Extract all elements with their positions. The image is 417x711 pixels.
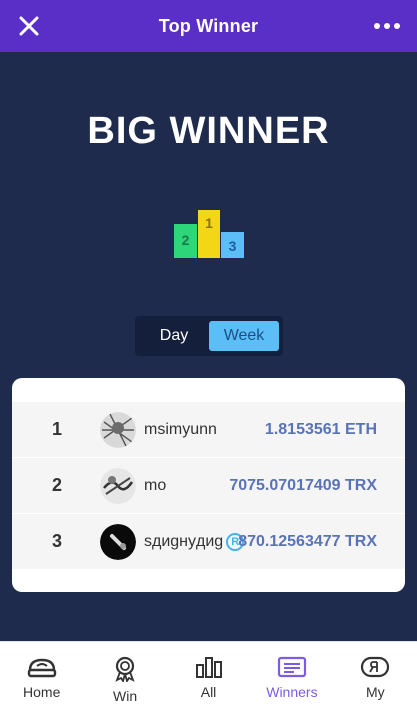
nav-item-win[interactable]: Win (83, 642, 166, 711)
rank-label: 1 (52, 419, 63, 439)
more-dots-icon[interactable] (371, 11, 403, 41)
winner-amount: 870.12563477 TRX (238, 532, 377, 550)
winner-name: mo (144, 476, 167, 494)
page-title: Top Winner (158, 15, 259, 36)
nav-item-all[interactable]: All (167, 642, 250, 711)
hero-title: BIG WINNER (87, 110, 330, 152)
winner-amount: 1.8153561 ETH (264, 420, 377, 438)
podium-icon: 2 1 3 (172, 206, 246, 260)
nav-label: Home (23, 684, 61, 700)
rank-label: 2 (52, 475, 63, 495)
winner-amount: 7075.07017409 TRX (229, 476, 377, 494)
avatar (100, 411, 136, 448)
winner-name: sдиgнyдиg R (144, 532, 245, 551)
list-card-icon (277, 656, 307, 678)
podium-label-1: 1 (205, 215, 213, 231)
rank-label: 3 (52, 531, 63, 551)
nav-item-my[interactable]: My (334, 642, 417, 711)
profile-icon (361, 656, 390, 678)
winner-row[interactable]: 3 sдиgнyдиg R 870.12563477 TRX (12, 514, 405, 569)
week-toggle-button[interactable]: Week (209, 321, 279, 351)
avatar (100, 523, 136, 560)
podium-label-3: 3 (229, 238, 237, 254)
winners-card: 1 msimyunn 1.8153561 ETH 2 mo 7075.07017… (12, 378, 405, 592)
podium-label-2: 2 (182, 232, 190, 248)
close-icon[interactable] (14, 11, 44, 41)
nav-label: My (365, 684, 385, 700)
winner-row[interactable]: 1 msimyunn 1.8153561 ETH (12, 402, 405, 457)
nav-label: Win (113, 688, 138, 704)
medal-icon (115, 656, 135, 682)
nav-label: All (200, 684, 217, 700)
top-bar: Top Winner (0, 0, 417, 52)
day-toggle-button[interactable]: Day (139, 321, 209, 351)
nav-label: Winners (266, 684, 318, 700)
bottom-nav: Home Win All Winners My (0, 641, 417, 711)
bar-chart-icon (195, 657, 222, 678)
winner-row[interactable]: 2 mo 7075.07017409 TRX (12, 458, 405, 513)
nav-item-winners[interactable]: Winners (250, 642, 333, 711)
winner-name: msimyunn (144, 420, 217, 438)
period-toggle: Day Week (135, 316, 283, 356)
home-icon (27, 658, 56, 678)
nav-item-home[interactable]: Home (0, 642, 83, 711)
avatar (100, 467, 136, 504)
